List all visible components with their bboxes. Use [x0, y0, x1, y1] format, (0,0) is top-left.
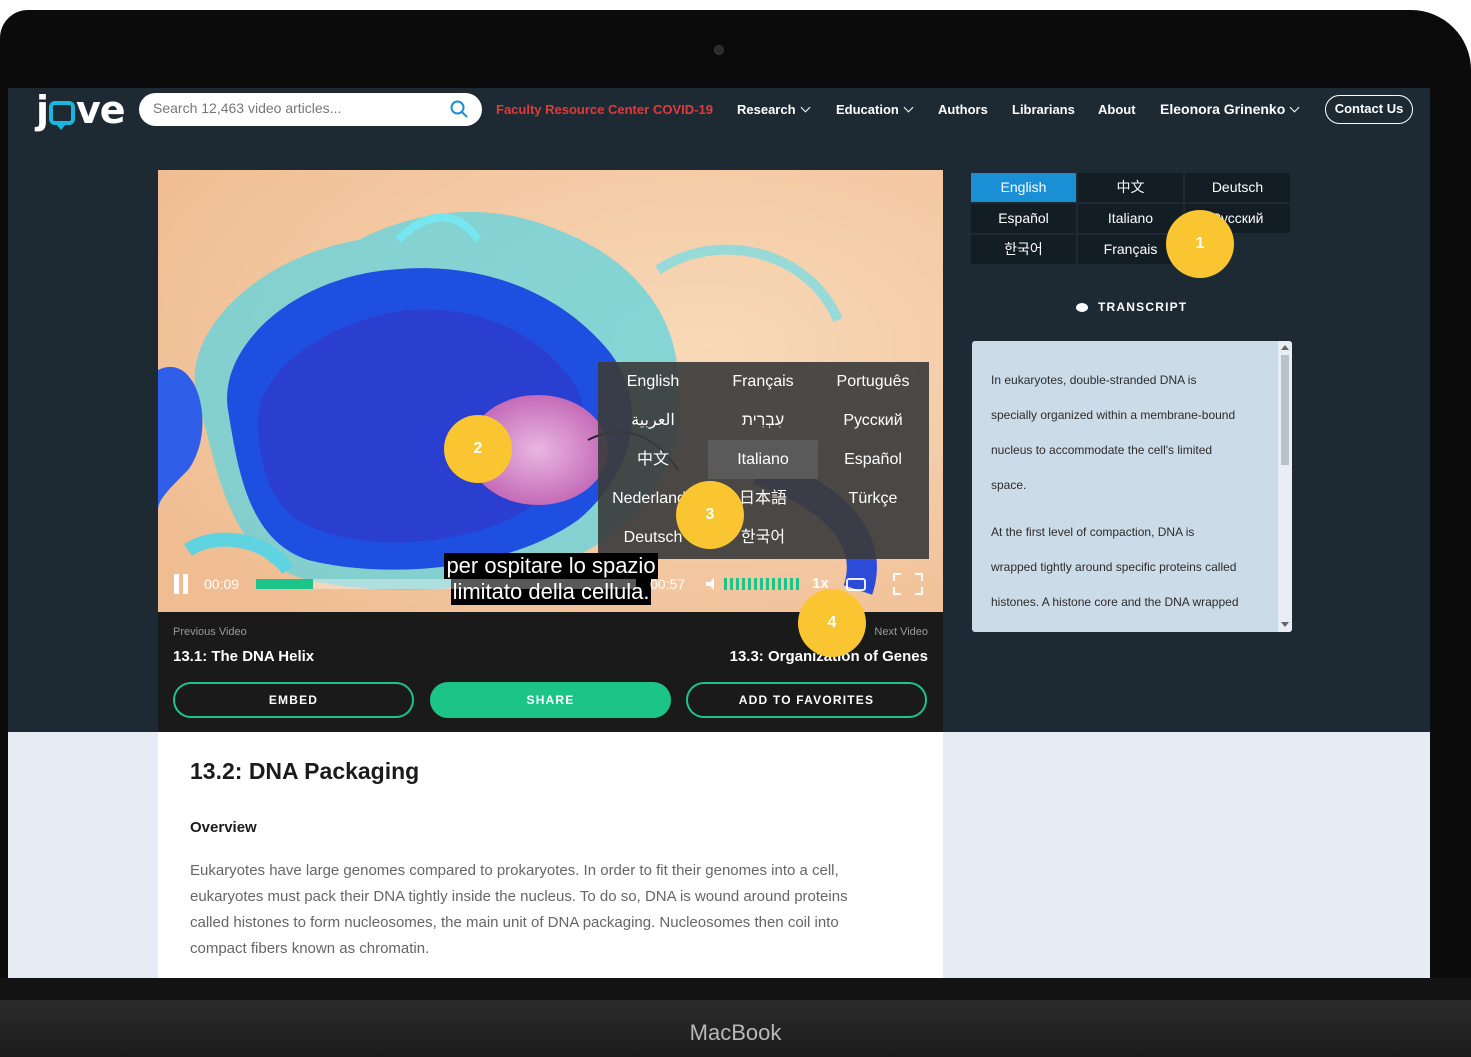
article-body: Eukaryotes have large genomes compared t… — [190, 862, 848, 957]
transcript-lang-spanish[interactable]: Español — [971, 204, 1076, 233]
caption-lang-french[interactable]: Français — [708, 362, 818, 401]
previous-video-label: Previous Video — [173, 626, 247, 638]
nav-education-label: Education — [836, 102, 899, 117]
laptop-base: MacBook — [0, 1000, 1471, 1057]
volume-icon[interactable] — [704, 576, 720, 592]
caption-lang-turkish[interactable]: Türkçe — [818, 479, 928, 518]
subtitle-line-1: per ospitare lo spazio — [444, 553, 658, 579]
transcript-line: histones. A histone core and the DNA wra… — [991, 595, 1239, 609]
previous-video-link[interactable]: 13.1: The DNA Helix — [173, 648, 314, 665]
callout-badge-3: 3 — [676, 481, 744, 549]
scrollbar-thumb[interactable] — [1281, 355, 1289, 465]
transcript-panel[interactable]: In eukaryotes, double-stranded DNA is sp… — [972, 341, 1292, 632]
caption-language-menu: English Français Português العربية עִבְר… — [598, 362, 929, 559]
chat-bubble-icon — [1076, 303, 1088, 312]
transcript-line: wrapped tightly around specific proteins… — [991, 560, 1237, 574]
video-player[interactable]: English Français Português العربية עִבְר… — [158, 170, 943, 612]
scroll-up-arrow-icon[interactable] — [1281, 345, 1289, 350]
transcript-lang-italian[interactable]: Italiano — [1078, 204, 1183, 233]
caption-lang-italian[interactable]: Italiano — [708, 440, 818, 479]
transcript-lang-english[interactable]: English — [971, 173, 1076, 202]
caption-lang-hebrew[interactable]: עִבְרִית — [708, 401, 818, 440]
caption-lang-english[interactable]: English — [598, 362, 708, 401]
scroll-down-arrow-icon[interactable] — [1281, 622, 1289, 627]
article-title: 13.2: DNA Packaging — [190, 758, 420, 784]
callout-badge-2: 2 — [444, 415, 512, 483]
chevron-down-icon — [903, 102, 914, 113]
progress-fill — [256, 579, 313, 589]
next-video-label: Next Video — [874, 626, 928, 638]
volume-slider[interactable] — [724, 578, 799, 590]
nav-about[interactable]: About — [1098, 102, 1136, 117]
transcript-line: In eukaryotes, double-stranded DNA is — [991, 373, 1197, 387]
transcript-line: nucleus to accommodate the cell's limite… — [991, 443, 1213, 457]
add-to-favorites-button[interactable]: ADD TO FAVORITES — [686, 682, 927, 718]
search-box — [139, 93, 482, 126]
laptop-brand: MacBook — [689, 1020, 782, 1045]
search-input[interactable] — [153, 100, 433, 116]
site-header: jve Faculty Resource Center COVID-19 Res… — [8, 88, 1430, 132]
callout-badge-1: 1 — [1166, 210, 1234, 278]
current-time: 00:09 — [204, 576, 240, 592]
caption-lang-arabic[interactable]: العربية — [598, 401, 708, 440]
contact-us-button[interactable]: Contact Us — [1325, 95, 1413, 124]
transcript-line: At the first level of compaction, DNA is — [991, 525, 1195, 539]
transcript-line: space. — [991, 478, 1027, 492]
chevron-down-icon — [800, 102, 810, 113]
webcam — [714, 45, 724, 55]
captions-icon[interactable] — [846, 578, 866, 591]
caption-lang-russian[interactable]: Русский — [818, 401, 928, 440]
transcript-heading: TRANSCRIPT — [1076, 300, 1187, 314]
transcript-lang-german[interactable]: Deutsch — [1185, 173, 1290, 202]
chevron-down-icon — [1289, 102, 1300, 113]
transcript-line: specially organized within a membrane-bo… — [991, 408, 1236, 422]
pause-icon[interactable] — [174, 574, 188, 594]
user-menu[interactable]: Eleonora Grinenko — [1160, 101, 1300, 117]
nav-librarians[interactable]: Librarians — [1012, 102, 1075, 117]
caption-lang-chinese[interactable]: 中文 — [598, 440, 708, 479]
nav-research[interactable]: Research — [737, 102, 810, 117]
nav-education[interactable]: Education — [836, 102, 914, 117]
transcript-heading-label: TRANSCRIPT — [1098, 300, 1188, 314]
nav-faculty-resource-center[interactable]: Faculty Resource Center — [496, 102, 649, 117]
fullscreen-icon[interactable] — [893, 573, 923, 595]
caption-lang-spanish[interactable]: Español — [818, 440, 928, 479]
transcript-lang-chinese[interactable]: 中文 — [1078, 173, 1183, 202]
duration-time: 00:57 — [650, 576, 686, 592]
section-heading: Overview — [190, 819, 257, 836]
search-icon[interactable] — [450, 100, 468, 118]
share-button[interactable]: SHARE — [430, 682, 671, 718]
transcript-lang-korean[interactable]: 한국어 — [971, 235, 1076, 264]
caption-lang-portuguese[interactable]: Português — [818, 362, 928, 401]
nav-authors[interactable]: Authors — [938, 102, 988, 117]
nav-covid[interactable]: COVID-19 — [653, 102, 713, 117]
jove-logo[interactable]: j ve — [36, 88, 126, 132]
nav-research-label: Research — [737, 102, 796, 117]
callout-badge-4: 4 — [798, 589, 866, 657]
transcript-scrollbar[interactable] — [1278, 341, 1292, 632]
transcript-language-selector: English 中文 Deutsch Español Italiano Русс… — [971, 173, 1291, 264]
user-name: Eleonora Grinenko — [1160, 101, 1286, 117]
embed-button[interactable]: EMBED — [173, 682, 414, 718]
progress-bar[interactable] — [256, 579, 636, 589]
article-content: 13.2: DNA Packaging Overview Eukaryotes … — [158, 732, 943, 978]
